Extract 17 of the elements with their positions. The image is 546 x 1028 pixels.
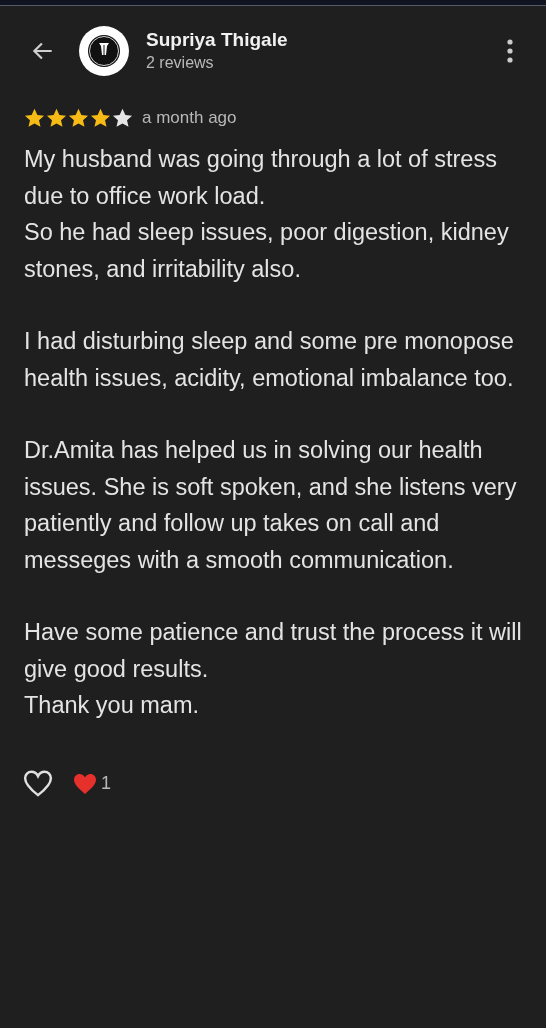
review-paragraph: My husband was going through a lot of stress due to office work load. So he had sleep issues, poor digestion, kidney stones, and irritability also. [24, 145, 510, 284]
heart-outline-icon [23, 770, 53, 797]
star-icon [112, 108, 133, 128]
review-paragraph: Dr.Amita has helped us in solving our health issues. She is soft spoken, and she listens very patiently and follow up takes on call and messeges with a smooth communication. [24, 436, 518, 575]
avatar[interactable] [79, 26, 129, 76]
review-count: 2 reviews [146, 53, 215, 73]
star-icon [68, 108, 89, 128]
star-icon [90, 108, 111, 128]
heart-count: 1 [101, 772, 111, 795]
heart-icon [72, 771, 98, 796]
review-paragraph: I had disturbing sleep and some pre monopose health issues, acidity, emotional imbalance too. [24, 327, 515, 393]
star-icon [24, 108, 45, 128]
more-icon [507, 39, 513, 63]
review-time: a month ago [142, 107, 237, 130]
star-icon [46, 108, 67, 128]
reviewer-name[interactable]: Supriya Thigale [146, 28, 288, 52]
review-paragraph: Have some patience and trust the process it will give good results. Thank you mam. [24, 618, 523, 720]
